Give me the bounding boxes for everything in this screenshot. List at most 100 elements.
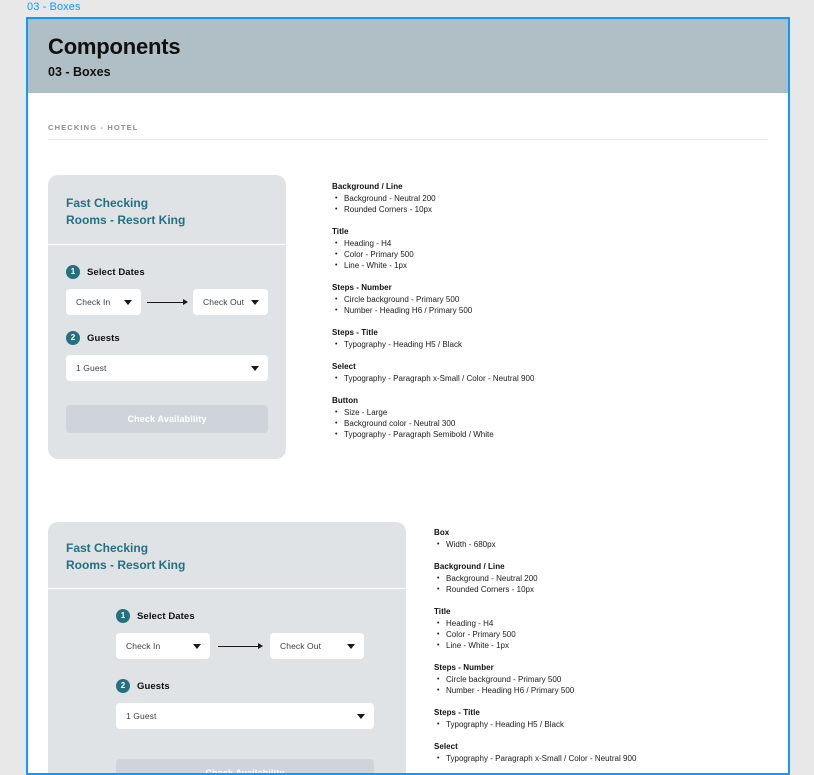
step-number-badge: 2	[66, 331, 80, 345]
spec-item: Typography - Heading H5 / Black	[332, 339, 768, 350]
spec-item: Rounded Corners - 10px	[434, 584, 768, 595]
spec-items: Background - Neutral 200 Rounded Corners…	[434, 573, 768, 595]
spec-heading: Steps - Number	[434, 663, 494, 672]
box-title-line-2: Rooms - Resort King	[66, 212, 186, 227]
spec-group: Title Heading - H4 Color - Primary 500 L…	[332, 226, 768, 271]
spec-group: Button Size - Large Background color - N…	[332, 395, 768, 440]
frame-label[interactable]: 03 - Boxes	[27, 1, 81, 13]
spec-item: Typography - Paragraph x-Small / Color -…	[434, 753, 768, 764]
spec-heading: Steps - Title	[434, 708, 480, 717]
spec-heading: Select	[434, 742, 458, 751]
spec-item: Line - White - 1px	[434, 640, 768, 651]
checking-box-small: Fast Checking Rooms - Resort King 1 Sele…	[48, 175, 286, 459]
box-title-large: Fast Checking Rooms - Resort King	[48, 522, 406, 589]
spec-group: Box Width - 680px	[434, 527, 768, 550]
date-range-row: Check In Check Out	[116, 633, 374, 659]
spec-group: Steps - Number Circle background - Prima…	[332, 282, 768, 316]
spec-item: Color - Primary 500	[332, 249, 768, 260]
step-guests: 2 Guests	[116, 679, 374, 693]
spec-items: Heading - H4 Color - Primary 500 Line - …	[332, 238, 768, 271]
guests-select[interactable]: 1 Guest	[66, 355, 268, 381]
step-number-badge: 1	[66, 265, 80, 279]
spec-group: Steps - Number Circle background - Prima…	[434, 662, 768, 696]
spec-group: Steps - Title Typography - Heading H5 / …	[434, 707, 768, 730]
checking-box-large: Fast Checking Rooms - Resort King 1 Sele…	[48, 522, 406, 775]
arrow-right-icon	[147, 299, 188, 305]
spec-item: Background - Neutral 200	[332, 193, 768, 204]
spec-item: Width - 680px	[434, 539, 768, 550]
chevron-down-icon	[357, 713, 365, 719]
guests-value: 1 Guest	[76, 363, 107, 373]
spec-group: Background / Line Background - Neutral 2…	[434, 561, 768, 595]
step-number-badge: 1	[116, 609, 130, 623]
spec-item: Size - Large	[332, 407, 768, 418]
check-in-value: Check In	[126, 641, 161, 651]
page-subtitle: 03 - Boxes	[48, 65, 111, 79]
spec-item: Number - Heading H6 / Primary 500	[434, 685, 768, 696]
step-label: Select Dates	[137, 610, 195, 622]
chevron-down-icon	[124, 299, 132, 305]
check-in-value: Check In	[76, 297, 111, 307]
check-availability-button[interactable]: Check Availability	[66, 405, 268, 433]
spec-item: Heading - H4	[434, 618, 768, 629]
example-row-1: Fast Checking Rooms - Resort King 1 Sele…	[48, 140, 768, 459]
check-availability-button[interactable]: Check Availability	[116, 759, 374, 775]
spec-heading: Background / Line	[434, 562, 505, 571]
check-out-value: Check Out	[203, 297, 245, 307]
spec-heading: Title	[332, 227, 349, 236]
section-label: CHECKING - HOTEL	[48, 123, 139, 132]
spec-heading: Title	[434, 607, 451, 616]
spec-heading: Background / Line	[332, 182, 403, 191]
step-label: Guests	[87, 332, 120, 344]
check-availability-label: Check Availability	[205, 768, 285, 775]
spec-items: Typography - Paragraph x-Small / Color -…	[332, 373, 768, 384]
spec-heading: Steps - Title	[332, 328, 378, 337]
spec-items: Typography - Paragraph x-Small / Color -…	[434, 753, 768, 764]
step-select-dates: 1 Select Dates	[66, 265, 268, 279]
spec-item: Number - Heading H6 / Primary 500	[332, 305, 768, 316]
check-in-select[interactable]: Check In	[66, 289, 141, 315]
spec-item: Typography - Paragraph Semibold / White	[332, 429, 768, 440]
chevron-down-icon	[193, 643, 201, 649]
spec-item: Background color - Neutral 300	[332, 418, 768, 429]
page-title: Components	[48, 34, 181, 59]
spec-items: Circle background - Primary 500 Number -…	[332, 294, 768, 316]
check-availability-label: Check Availability	[127, 414, 207, 424]
spec-item: Line - White - 1px	[332, 260, 768, 271]
spec-items: Typography - Heading H5 / Black	[332, 339, 768, 350]
box-body-large: 1 Select Dates Check In Check Out 2 Gues…	[48, 589, 406, 775]
check-out-select[interactable]: Check Out	[270, 633, 364, 659]
step-label: Select Dates	[87, 266, 145, 278]
spec-item: Rounded Corners - 10px	[332, 204, 768, 215]
chevron-down-icon	[347, 643, 355, 649]
spec-item: Heading - H4	[332, 238, 768, 249]
spec-item: Circle background - Primary 500	[332, 294, 768, 305]
spec-item: Background - Neutral 200	[434, 573, 768, 584]
check-out-select[interactable]: Check Out	[193, 289, 268, 315]
spec-items: Heading - H4 Color - Primary 500 Line - …	[434, 618, 768, 651]
spec-heading: Select	[332, 362, 356, 371]
box-title-line-2: Rooms - Resort King	[66, 557, 186, 572]
arrow-right-icon	[218, 643, 263, 649]
section-header: CHECKING - HOTEL	[48, 93, 768, 140]
spec-heading: Box	[434, 528, 450, 537]
step-guests: 2 Guests	[66, 331, 268, 345]
chevron-down-icon	[251, 365, 259, 371]
spec-list-2: Box Width - 680px Background / Line Back…	[406, 522, 768, 773]
date-range-row: Check In Check Out	[66, 289, 268, 315]
chevron-down-icon	[251, 299, 259, 305]
spec-item: Typography - Paragraph x-Small / Color -…	[332, 373, 768, 384]
check-in-select[interactable]: Check In	[116, 633, 210, 659]
spec-list-1: Background / Line Background - Neutral 2…	[286, 175, 768, 440]
guests-select[interactable]: 1 Guest	[116, 703, 374, 729]
guests-value: 1 Guest	[126, 711, 157, 721]
box-title-line-1: Fast Checking	[66, 196, 149, 210]
spec-heading: Steps - Number	[332, 283, 392, 292]
spec-group: Steps - Title Typography - Heading H5 / …	[332, 327, 768, 350]
box-title-small: Fast Checking Rooms - Resort King	[48, 175, 286, 245]
page-header: Components 03 - Boxes	[28, 19, 788, 93]
design-frame: Components 03 - Boxes CHECKING - HOTEL F…	[26, 17, 790, 775]
step-label: Guests	[137, 680, 170, 692]
step-select-dates: 1 Select Dates	[116, 609, 374, 623]
spec-group: Title Heading - H4 Color - Primary 500 L…	[434, 606, 768, 651]
